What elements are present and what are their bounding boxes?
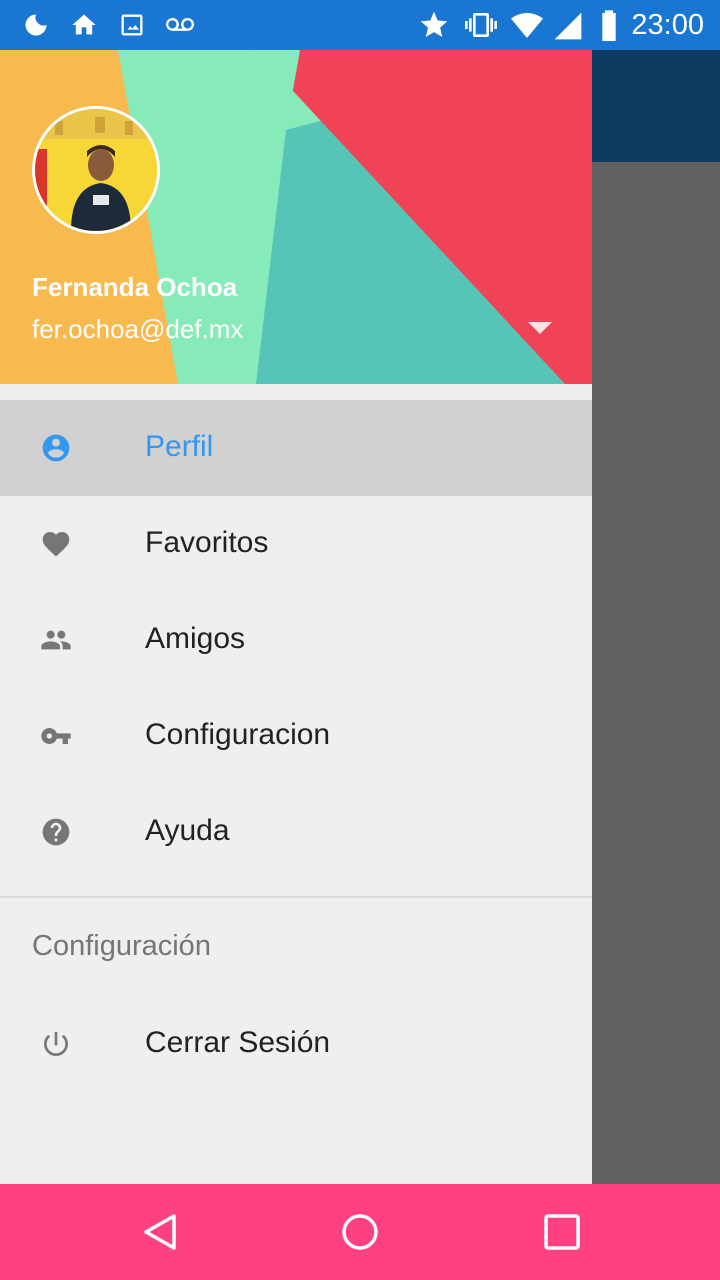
power-icon [40, 1028, 72, 1060]
dropdown-arrow-icon[interactable] [526, 320, 554, 336]
back-icon[interactable] [140, 1212, 180, 1252]
star-icon [420, 11, 448, 37]
menu-item-configuracion[interactable]: Configuracion [0, 688, 592, 784]
account-circle-icon [40, 432, 72, 464]
system-nav-bar [0, 1184, 720, 1280]
help-icon [40, 816, 72, 848]
drawer-menu: Perfil Favoritos Amigos Configuracion Ay… [0, 400, 592, 880]
account-email: fer.ochoa@def.mx [32, 314, 244, 344]
menu-label: Favoritos [145, 526, 269, 559]
menu-divider [0, 896, 592, 898]
image-icon [121, 14, 143, 36]
status-bar: 23:00 [0, 0, 720, 50]
menu-item-amigos[interactable]: Amigos [0, 592, 592, 688]
signal-icon [554, 12, 582, 40]
menu-item-favoritos[interactable]: Favoritos [0, 496, 592, 592]
home-circle-icon[interactable] [340, 1212, 380, 1252]
battery-icon [602, 10, 616, 41]
app-toolbar [592, 50, 720, 162]
scrim-overlay[interactable] [592, 162, 720, 1184]
people-icon [40, 624, 72, 656]
account-name: Fernanda Ochoa [32, 272, 238, 302]
profile-photo [35, 109, 157, 231]
menu-item-perfil[interactable]: Perfil [0, 400, 592, 496]
menu-item-cerrar-sesion[interactable]: Cerrar Sesión [0, 996, 592, 1092]
vibrate-icon [465, 13, 497, 37]
menu-label: Perfil [145, 430, 214, 463]
heart-icon [40, 528, 72, 560]
navigation-drawer: Fernanda Ochoa fer.ochoa@def.mx Perfil F… [0, 50, 592, 1184]
menu-label: Cerrar Sesión [145, 1026, 331, 1059]
menu-label: Ayuda [145, 814, 230, 847]
home-icon [72, 14, 96, 35]
key-icon [40, 720, 72, 752]
menu-item-ayuda[interactable]: Ayuda [0, 784, 592, 880]
menu-label: Configuracion [145, 718, 331, 751]
menu-label: Amigos [145, 622, 246, 655]
voicemail-icon [166, 17, 194, 31]
section-header: Configuración [32, 930, 211, 962]
drawer-header: Fernanda Ochoa fer.ochoa@def.mx [0, 50, 592, 384]
moon-icon [25, 14, 47, 36]
avatar[interactable] [32, 106, 160, 234]
status-time: 23:00 [631, 9, 704, 41]
recents-icon[interactable] [542, 1212, 582, 1252]
wifi-icon [511, 12, 543, 38]
